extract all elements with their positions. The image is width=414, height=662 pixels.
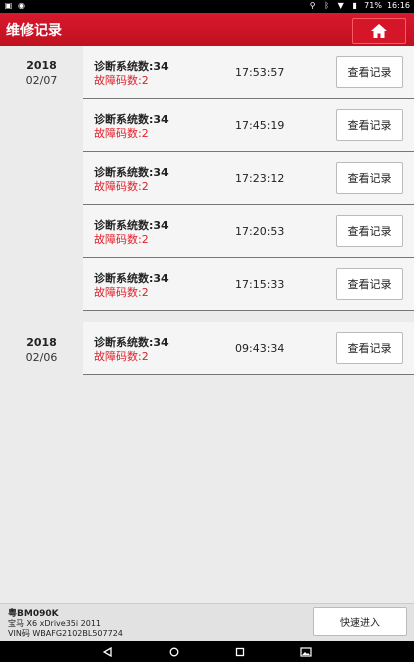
view-record-button[interactable]: 查看记录	[336, 56, 403, 88]
vehicle-info-bar: 粤BM090K 宝马 X6 xDrive35i 2011 VIN码 WBAFG2…	[0, 603, 414, 642]
record-row: 诊断系统数:34 故障码数:2 09:43:34 查看记录	[83, 322, 414, 375]
fault-count: 故障码数:2	[94, 233, 149, 246]
quick-entry-button[interactable]: 快速进入	[313, 607, 407, 636]
fault-count: 故障码数:2	[94, 350, 149, 363]
home-icon	[371, 24, 387, 38]
view-record-button[interactable]: 查看记录	[336, 268, 403, 300]
home-button[interactable]	[352, 18, 406, 44]
page-title: 维修记录	[6, 23, 62, 39]
status-bar: ▣ ◉ ⚲ ᛒ ▼ ▮ 71% 16:16	[0, 0, 414, 13]
view-record-button[interactable]: 查看记录	[336, 162, 403, 194]
battery-icon: ▮	[352, 1, 357, 10]
recents-button[interactable]	[232, 644, 247, 659]
record-row: 诊断系统数:34 故障码数:2 17:15:33 查看记录	[83, 258, 414, 311]
date-year: 2018	[26, 336, 57, 349]
date-label: 2018 02/06	[0, 336, 83, 364]
app-notification-icon: ◉	[18, 1, 25, 10]
fault-count: 故障码数:2	[94, 180, 149, 193]
record-row: 诊断系统数:34 故障码数:2 17:45:19 查看记录	[83, 99, 414, 152]
view-record-button[interactable]: 查看记录	[336, 332, 403, 364]
record-time: 17:20:53	[235, 225, 285, 238]
record-time: 17:15:33	[235, 278, 285, 291]
location-icon: ⚲	[309, 1, 316, 10]
date-label: 2018 02/07	[0, 59, 83, 87]
bluetooth-icon: ᛒ	[324, 1, 330, 10]
view-record-button[interactable]: 查看记录	[336, 109, 403, 141]
image-notification-icon: ▣	[4, 1, 13, 10]
fault-count: 故障码数:2	[94, 127, 149, 140]
record-time: 17:53:57	[235, 66, 285, 79]
record-row: 诊断系统数:34 故障码数:2 17:20:53 查看记录	[83, 205, 414, 258]
date-group: 2018 02/06 诊断系统数:34 故障码数:2 09:43:34 查看记录	[0, 322, 414, 375]
wifi-icon: ▼	[337, 1, 344, 10]
battery-level: 71%	[364, 1, 382, 10]
record-row: 诊断系统数:34 故障码数:2 17:53:57 查看记录	[83, 46, 414, 99]
view-record-button[interactable]: 查看记录	[336, 215, 403, 247]
date-month-day: 02/06	[25, 351, 58, 364]
back-button[interactable]	[100, 644, 115, 659]
screenshot-button[interactable]	[298, 644, 313, 659]
record-time: 09:43:34	[235, 342, 285, 355]
date-year: 2018	[26, 59, 57, 72]
home-circle-icon	[169, 647, 178, 656]
clock: 16:16	[386, 1, 410, 10]
fault-count: 故障码数:2	[94, 74, 149, 87]
system-nav-bar	[0, 641, 414, 662]
screenshot-icon	[299, 646, 312, 657]
back-icon	[102, 646, 112, 657]
record-time: 17:45:19	[235, 119, 285, 132]
vin-number: VIN码 WBAFG2102BL507724	[8, 629, 123, 638]
recents-icon	[235, 647, 244, 656]
fault-count: 故障码数:2	[94, 286, 149, 299]
records-list: 2018 02/07 诊断系统数:34 故障码数:2 17:53:57 查看记录…	[0, 46, 414, 375]
home-nav-button[interactable]	[166, 644, 181, 659]
date-group: 2018 02/07 诊断系统数:34 故障码数:2 17:53:57 查看记录…	[0, 46, 414, 311]
date-month-day: 02/07	[25, 74, 58, 87]
record-row: 诊断系统数:34 故障码数:2 17:23:12 查看记录	[83, 152, 414, 205]
record-time: 17:23:12	[235, 172, 285, 185]
